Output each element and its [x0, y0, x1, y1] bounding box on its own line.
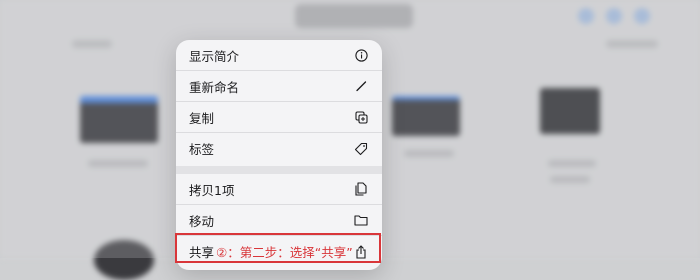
copy-doc-icon — [354, 182, 368, 196]
folder-icon — [354, 213, 368, 227]
menu-item-tags[interactable]: 标签 — [176, 133, 382, 164]
menu-item-move[interactable]: 移动 — [176, 205, 382, 236]
menu-item-label: 显示简介 — [189, 48, 240, 64]
menu-item-label: 共享 ②：第二步：选择“共享” — [189, 242, 353, 261]
menu-item-label: 拷贝1项 — [189, 182, 235, 198]
pencil-icon — [354, 79, 368, 93]
tag-icon — [354, 142, 368, 156]
menu-item-get-info[interactable]: 显示简介 — [176, 40, 382, 71]
menu-item-label: 复制 — [189, 110, 215, 126]
info-circle-icon — [354, 48, 368, 62]
menu-separator — [176, 166, 382, 174]
duplicate-icon — [354, 110, 368, 124]
menu-item-label: 移动 — [189, 213, 215, 229]
menu-item-rename[interactable]: 重新命名 — [176, 71, 382, 102]
menu-item-copy[interactable]: 拷贝1项 — [176, 174, 382, 205]
menu-item-label: 标签 — [189, 142, 215, 157]
menu-item-share[interactable]: 共享 ②：第二步：选择“共享” — [176, 236, 382, 267]
menu-item-label: 重新命名 — [189, 79, 240, 95]
menu-item-duplicate[interactable]: 复制 — [176, 102, 382, 133]
context-menu: 显示简介 重新命名 复制 标签 拷贝1项 移动 共享 ②：第二步：选择“共享” — [176, 40, 382, 270]
share-icon — [354, 244, 368, 259]
